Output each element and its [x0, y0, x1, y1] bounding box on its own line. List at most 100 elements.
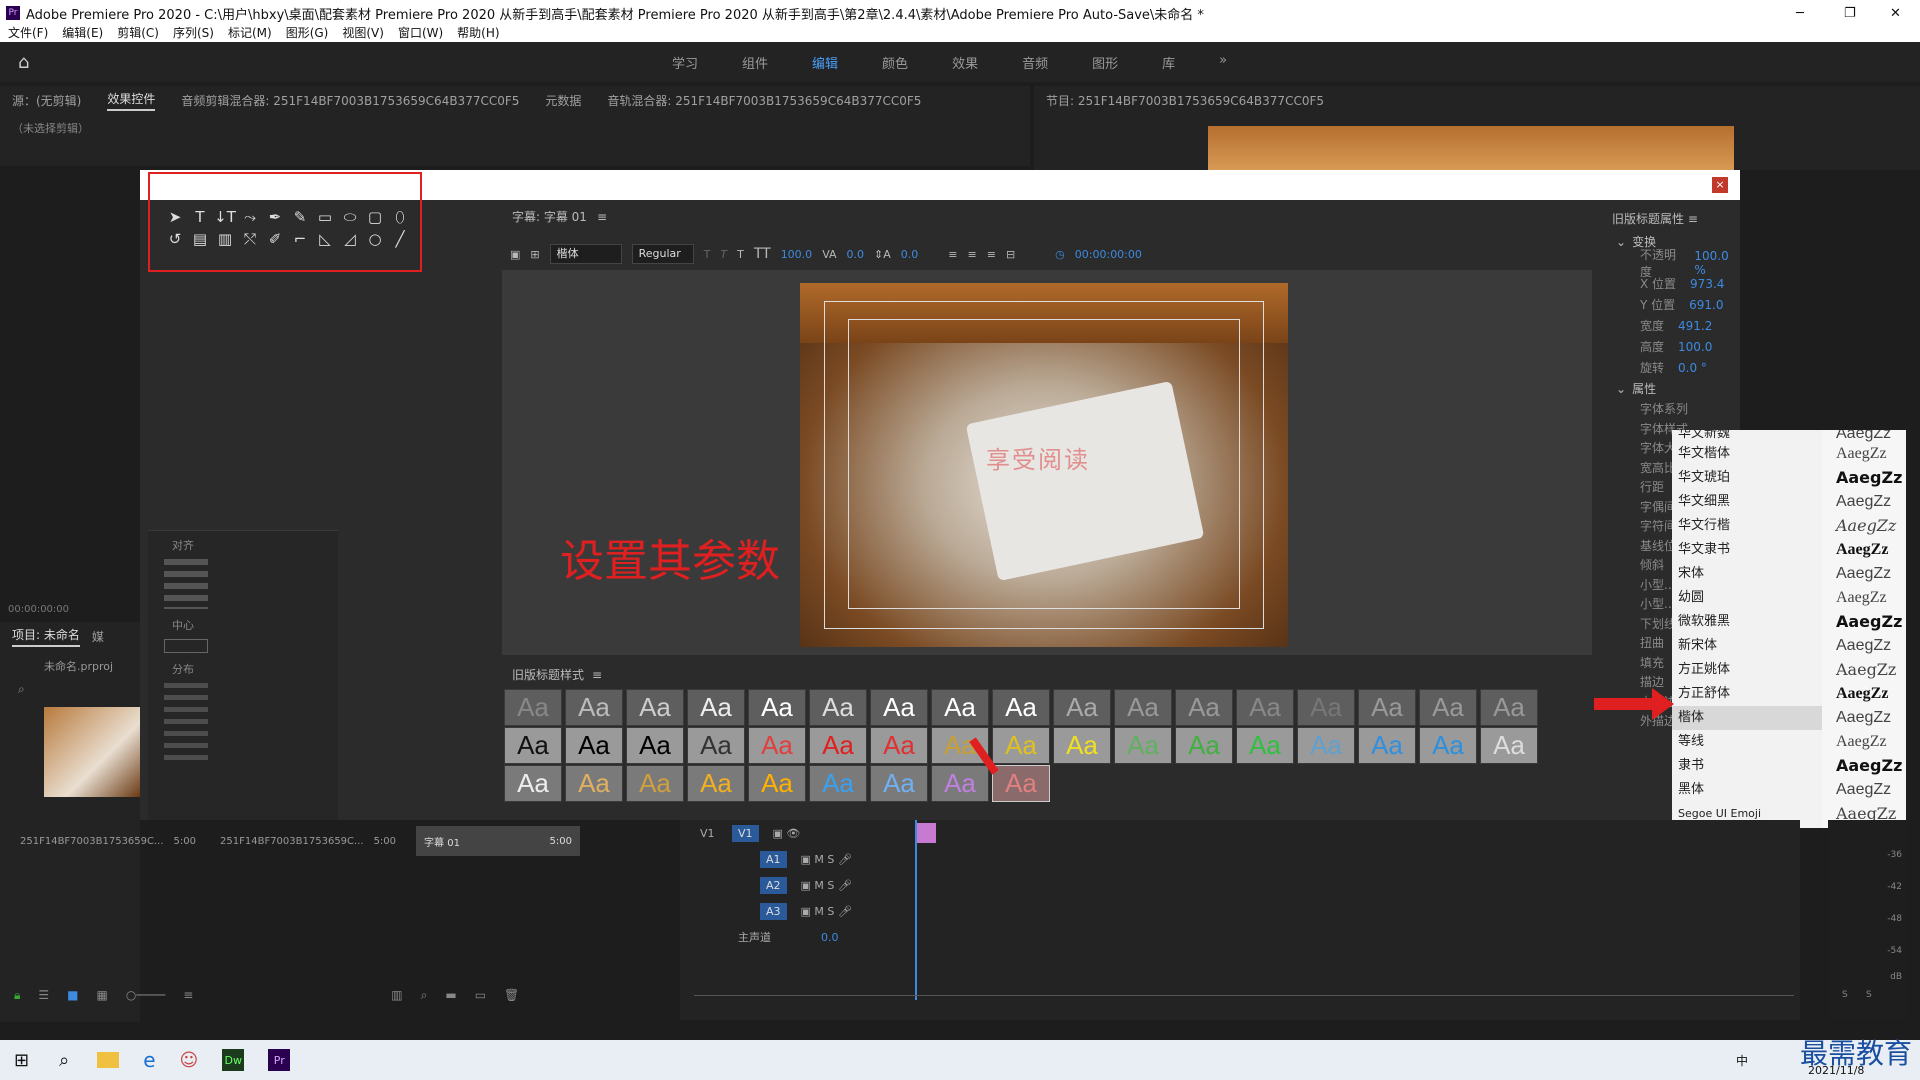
- font-option[interactable]: 华文行楷: [1672, 514, 1822, 538]
- style-swatch[interactable]: Aa: [748, 689, 806, 726]
- menu-help[interactable]: 帮助(H): [457, 24, 499, 41]
- tab-stops-icon[interactable]: ⊟: [1006, 248, 1015, 261]
- close-button[interactable]: ✕: [1890, 6, 1901, 21]
- style-swatch[interactable]: Aa: [992, 765, 1050, 802]
- tab-effect-controls[interactable]: 效果控件: [107, 90, 156, 111]
- style-swatch[interactable]: Aa: [504, 689, 562, 726]
- tab-audio-track-mixer[interactable]: 音轨混合器: 251F14BF7003B1753659C64B377CC0F5: [607, 92, 921, 109]
- font-option[interactable]: 华文隶书: [1672, 538, 1822, 562]
- tab-source[interactable]: 源：(无剪辑): [12, 92, 81, 109]
- ws-graphics[interactable]: 图形: [1092, 53, 1118, 72]
- premiere-taskbar-icon[interactable]: Pr: [268, 1049, 291, 1071]
- ime-indicator[interactable]: 中: [1736, 1052, 1748, 1069]
- transform-prop[interactable]: Y 位置 691.0: [1600, 294, 1736, 315]
- kerning-value[interactable]: 0.0: [847, 248, 865, 261]
- home-icon[interactable]: ⌂: [18, 52, 29, 73]
- align-buttons-icon[interactable]: [164, 559, 208, 609]
- list-view-icon[interactable]: ☰: [38, 988, 49, 1008]
- style-swatch[interactable]: Aa: [1175, 727, 1233, 764]
- clip-name[interactable]: 251F14BF7003B1753659C...: [220, 836, 364, 847]
- style-swatch[interactable]: Aa: [1358, 689, 1416, 726]
- style-swatch[interactable]: Aa: [1297, 689, 1355, 726]
- automate-icon[interactable]: ▥: [391, 988, 402, 1008]
- maximize-button[interactable]: ❐: [1844, 6, 1856, 21]
- style-swatch[interactable]: Aa: [931, 689, 989, 726]
- style-swatch[interactable]: Aa: [687, 765, 745, 802]
- distribute-buttons-icon[interactable]: [164, 683, 208, 763]
- leading-value[interactable]: 0.0: [901, 248, 919, 261]
- menu-graphics[interactable]: 图形(G): [286, 24, 329, 41]
- style-swatch[interactable]: Aa: [809, 727, 867, 764]
- style-swatch[interactable]: Aa: [565, 689, 623, 726]
- bold-icon[interactable]: T: [704, 248, 711, 261]
- menu-file[interactable]: 文件(F): [8, 24, 48, 41]
- style-swatch[interactable]: Aa: [870, 689, 928, 726]
- menu-clip[interactable]: 剪辑(C): [117, 24, 159, 41]
- search-icon[interactable]: ⌕: [59, 1050, 69, 1071]
- freeform-view-icon[interactable]: ▦: [97, 988, 108, 1008]
- font-option[interactable]: 黑体: [1672, 778, 1822, 802]
- timeline-scrollbar[interactable]: [694, 995, 1794, 1003]
- font-option[interactable]: 方正舒体: [1672, 682, 1822, 706]
- font-option[interactable]: 华文新魏: [1672, 430, 1822, 442]
- transform-prop[interactable]: 不透明度 100.0 %: [1600, 248, 1736, 279]
- ws-audio[interactable]: 音频: [1022, 53, 1048, 72]
- style-swatch[interactable]: Aa: [1053, 689, 1111, 726]
- style-swatch[interactable]: Aa: [565, 727, 623, 764]
- find-icon[interactable]: ⌕: [421, 988, 428, 1008]
- font-option[interactable]: 隶书: [1672, 754, 1822, 778]
- style-swatch[interactable]: Aa: [992, 727, 1050, 764]
- style-swatch[interactable]: Aa: [1358, 727, 1416, 764]
- font-option[interactable]: 华文楷体: [1672, 442, 1822, 466]
- style-swatch[interactable]: Aa: [1236, 727, 1294, 764]
- solo-left[interactable]: S: [1842, 990, 1848, 1000]
- file-explorer-icon[interactable]: [97, 1052, 120, 1068]
- style-swatch[interactable]: Aa: [748, 765, 806, 802]
- font-option[interactable]: 新宋体: [1672, 634, 1822, 658]
- align-center-icon[interactable]: ≡: [968, 248, 977, 261]
- style-swatch[interactable]: Aa: [992, 689, 1050, 726]
- font-style-select[interactable]: Regular: [631, 244, 694, 264]
- style-swatch[interactable]: Aa: [931, 765, 989, 802]
- style-swatch[interactable]: Aa: [1175, 689, 1233, 726]
- style-swatch[interactable]: Aa: [870, 765, 928, 802]
- style-swatch[interactable]: Aa: [626, 689, 684, 726]
- style-swatch[interactable]: Aa: [1480, 727, 1538, 764]
- title-name[interactable]: 字幕: 字幕 01: [512, 210, 587, 224]
- tab-metadata[interactable]: 元数据: [545, 92, 581, 109]
- master-volume[interactable]: 0.0: [821, 931, 839, 944]
- style-swatch[interactable]: Aa: [1114, 727, 1172, 764]
- attribute-prop[interactable]: 字体系列: [1600, 399, 1736, 419]
- tab-media[interactable]: 媒: [92, 628, 104, 645]
- style-swatch[interactable]: Aa: [1480, 689, 1538, 726]
- transform-prop[interactable]: 高度 100.0: [1600, 336, 1736, 357]
- font-size-value[interactable]: 100.0: [781, 248, 813, 261]
- search-icon[interactable]: ⌕: [18, 682, 140, 697]
- clip-thumbnail[interactable]: [44, 707, 140, 797]
- minimize-button[interactable]: ─: [1796, 6, 1804, 21]
- style-swatch[interactable]: Aa: [748, 727, 806, 764]
- canvas-image[interactable]: 享受阅读: [800, 283, 1288, 647]
- title-clip-on-timeline[interactable]: [916, 823, 936, 843]
- font-option[interactable]: 等线: [1672, 730, 1822, 754]
- menu-marker[interactable]: 标记(M): [228, 24, 272, 41]
- style-swatch[interactable]: Aa: [626, 765, 684, 802]
- title-clip[interactable]: 字幕 01 5:00: [416, 826, 580, 856]
- style-swatch[interactable]: Aa: [687, 727, 745, 764]
- style-swatch[interactable]: Aa: [1114, 689, 1172, 726]
- font-option[interactable]: 华文细黑: [1672, 490, 1822, 514]
- edge-icon[interactable]: e: [143, 1048, 155, 1072]
- solo-right[interactable]: S: [1866, 990, 1872, 1000]
- style-swatch[interactable]: Aa: [870, 727, 928, 764]
- style-swatch[interactable]: Aa: [687, 689, 745, 726]
- zoom-slider[interactable]: ○────: [126, 988, 165, 1008]
- style-swatch[interactable]: Aa: [1297, 727, 1355, 764]
- font-option[interactable]: 微软雅黑: [1672, 610, 1822, 634]
- style-swatch[interactable]: Aa: [504, 727, 562, 764]
- new-item-icon[interactable]: ▭: [475, 988, 486, 1008]
- icon-view-icon[interactable]: ■: [67, 988, 78, 1008]
- safe-area-icon[interactable]: ⊞: [530, 248, 539, 261]
- transform-prop[interactable]: X 位置 973.4: [1600, 273, 1736, 294]
- style-swatch[interactable]: Aa: [565, 765, 623, 802]
- ws-libraries[interactable]: 库: [1162, 53, 1175, 72]
